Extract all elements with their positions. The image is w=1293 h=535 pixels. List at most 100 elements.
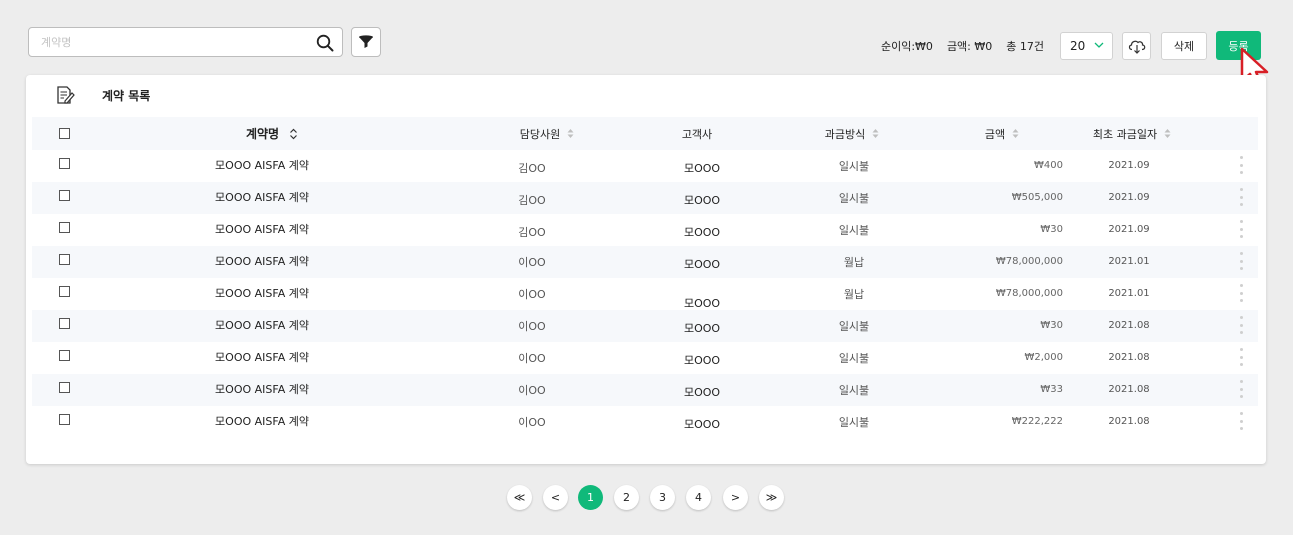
sort-icon — [1012, 129, 1019, 138]
row-manager: 이OO — [518, 416, 546, 429]
page-button-4[interactable]: 4 — [686, 485, 711, 510]
table-row[interactable]: 모OOO AISFA 계약 이OO 모OOO 일시불 ₩2,000 2021.08 — [32, 342, 1258, 374]
row-checkbox[interactable] — [59, 350, 70, 361]
row-contract-name[interactable]: 모OOO AISFA 계약 — [215, 413, 309, 429]
total-count-text: 총 17건 — [1006, 40, 1044, 53]
row-first-billing-date: 2021.08 — [1108, 352, 1150, 363]
row-more-menu[interactable] — [1237, 314, 1245, 336]
row-client: 모OOO — [683, 194, 721, 207]
row-first-billing-date: 2021.09 — [1108, 160, 1150, 171]
row-checkbox[interactable] — [59, 286, 70, 297]
more-dot-icon — [1239, 323, 1243, 327]
page-size-select[interactable]: 20 — [1060, 32, 1113, 60]
more-dot-icon — [1239, 419, 1243, 423]
page-button-3[interactable]: 3 — [650, 485, 675, 510]
row-contract-name[interactable]: 모OOO AISFA 계약 — [215, 221, 309, 237]
row-checkbox[interactable] — [59, 414, 70, 425]
row-contract-name[interactable]: 모OOO AISFA 계약 — [215, 189, 309, 205]
column-header-amount[interactable]: 금액 — [967, 117, 1037, 150]
row-manager: 이OO — [518, 288, 546, 301]
chevron-down-icon — [1094, 42, 1104, 48]
table-row[interactable]: 모OOO AISFA 계약 김OO 모OOO 일시불 ₩400 2021.09 — [32, 150, 1258, 182]
row-billing-method: 일시불 — [838, 384, 870, 397]
row-contract-name[interactable]: 모OOO AISFA 계약 — [215, 157, 309, 173]
row-checkbox[interactable] — [59, 158, 70, 169]
table-row[interactable]: 모OOO AISFA 계약 이OO 모OOO 일시불 ₩33 2021.08 — [32, 374, 1258, 406]
more-dot-icon — [1239, 203, 1243, 206]
row-manager: 이OO — [518, 320, 546, 333]
more-dot-icon — [1239, 355, 1243, 359]
more-dot-icon — [1239, 188, 1243, 191]
select-all-checkbox[interactable] — [59, 128, 70, 139]
row-client: 모OOO — [683, 258, 721, 271]
row-checkbox[interactable] — [59, 382, 70, 393]
search-input[interactable] — [29, 28, 299, 56]
table-row[interactable]: 모OOO AISFA 계약 이OO 모OOO 일시불 ₩30 2021.08 — [32, 310, 1258, 342]
next-page-button[interactable]: > — [723, 485, 748, 510]
delete-button[interactable]: 삭제 — [1161, 32, 1207, 60]
row-contract-name[interactable]: 모OOO AISFA 계약 — [215, 253, 309, 269]
row-first-billing-date: 2021.09 — [1108, 224, 1150, 235]
row-billing-method: 일시불 — [838, 416, 870, 429]
more-dot-icon — [1239, 299, 1243, 302]
row-first-billing-date: 2021.08 — [1108, 320, 1150, 331]
row-amount: ₩30 — [1040, 320, 1063, 331]
column-header-first-billing-date[interactable]: 최초 과금일자 — [1082, 117, 1182, 150]
row-more-menu[interactable] — [1237, 186, 1245, 208]
table-row[interactable]: 모OOO AISFA 계약 이OO 모OOO 일시불 ₩222,222 2021.08 — [32, 406, 1258, 438]
search-button[interactable] — [314, 32, 336, 54]
row-first-billing-date: 2021.09 — [1108, 192, 1150, 203]
column-header-manager[interactable]: 담당사원 — [502, 117, 592, 150]
more-dot-icon — [1239, 427, 1243, 430]
amount-text: 금액: ₩0 — [946, 40, 993, 53]
prev-page-button[interactable]: < — [543, 485, 568, 510]
more-dot-icon — [1239, 259, 1243, 263]
download-button[interactable] — [1122, 32, 1151, 60]
row-amount: ₩505,000 — [1011, 192, 1063, 203]
row-manager: 이OO — [518, 352, 546, 365]
table-row[interactable]: 모OOO AISFA 계약 김OO 모OOO 일시불 ₩30 2021.09 — [32, 214, 1258, 246]
table-row[interactable]: 모OOO AISFA 계약 김OO 모OOO 일시불 ₩505,000 2021.09 — [32, 182, 1258, 214]
row-client: 모OOO — [683, 226, 721, 239]
row-billing-method: 일시불 — [838, 320, 870, 333]
row-contract-name[interactable]: 모OOO AISFA 계약 — [215, 317, 309, 333]
more-dot-icon — [1239, 235, 1243, 238]
column-header-name[interactable]: 계약명 — [222, 117, 322, 150]
row-contract-name[interactable]: 모OOO AISFA 계약 — [215, 285, 309, 301]
page-button-2[interactable]: 2 — [614, 485, 639, 510]
row-amount: ₩222,222 — [1011, 416, 1063, 427]
summary: 순이익:₩0 금액: ₩0 총 17건 — [881, 38, 1044, 54]
row-more-menu[interactable] — [1237, 378, 1245, 400]
row-first-billing-date: 2021.08 — [1108, 416, 1150, 427]
row-client: 모OOO — [683, 322, 721, 335]
table-header: 계약명 담당사원 고객사 과금방식 금액 최초 과금일자 — [32, 117, 1258, 150]
row-checkbox[interactable] — [59, 254, 70, 265]
column-header-client[interactable]: 고객사 — [652, 117, 742, 150]
page-size-value: 20 — [1070, 39, 1086, 53]
row-more-menu[interactable] — [1237, 282, 1245, 304]
row-more-menu[interactable] — [1237, 346, 1245, 368]
row-checkbox[interactable] — [59, 222, 70, 233]
first-page-button[interactable]: ≪ — [507, 485, 532, 510]
row-checkbox[interactable] — [59, 318, 70, 329]
row-amount: ₩78,000,000 — [995, 288, 1063, 299]
row-more-menu[interactable] — [1237, 250, 1245, 272]
row-contract-name[interactable]: 모OOO AISFA 계약 — [215, 349, 309, 365]
row-contract-name[interactable]: 모OOO AISFA 계약 — [215, 381, 309, 397]
row-checkbox[interactable] — [59, 190, 70, 201]
row-more-menu[interactable] — [1237, 154, 1245, 176]
column-header-manager-label: 담당사원 — [519, 127, 561, 141]
row-more-menu[interactable] — [1237, 218, 1245, 240]
row-more-menu[interactable] — [1237, 410, 1245, 432]
last-page-button[interactable]: ≫ — [759, 485, 784, 510]
more-dot-icon — [1239, 387, 1243, 391]
column-header-billing[interactable]: 과금방식 — [807, 117, 897, 150]
more-dot-icon — [1239, 252, 1243, 255]
table-row[interactable]: 모OOO AISFA 계약 이OO 모OOO 월납 ₩78,000,000 2021.01 — [32, 278, 1258, 310]
table-row[interactable]: 모OOO AISFA 계약 이OO 모OOO 월납 ₩78,000,000 2021.01 — [32, 246, 1258, 278]
search-icon — [316, 34, 334, 52]
sort-icon — [567, 129, 574, 138]
page-button-1[interactable]: 1 — [578, 485, 603, 510]
filter-button[interactable] — [351, 27, 381, 57]
more-dot-icon — [1239, 284, 1243, 287]
